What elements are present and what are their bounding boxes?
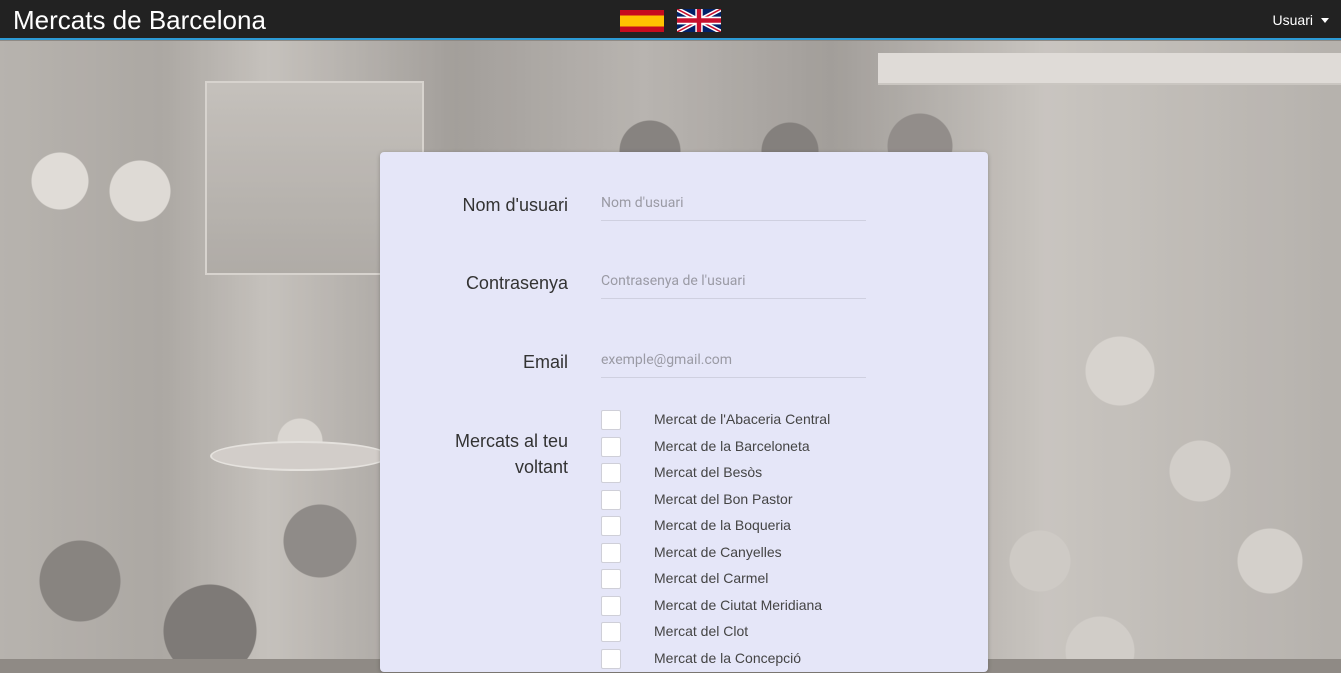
market-checkbox-label[interactable]: Mercat del Bon Pastor bbox=[654, 490, 793, 508]
market-checkbox[interactable] bbox=[601, 543, 621, 563]
list-item: Mercat de Ciutat Meridiana bbox=[601, 594, 621, 621]
list-item: Mercat del Besòs bbox=[601, 461, 621, 488]
navbar: Mercats de Barcelona Usuari bbox=[0, 0, 1341, 40]
market-checkbox[interactable] bbox=[601, 410, 621, 430]
password-input[interactable] bbox=[601, 263, 866, 299]
user-dropdown[interactable]: Usuari bbox=[1273, 10, 1329, 30]
list-item: Mercat de la Concepció bbox=[601, 647, 621, 673]
username-label: Nom d'usuari bbox=[398, 192, 568, 218]
list-item: Mercat del Carmel bbox=[601, 567, 621, 594]
market-checkbox[interactable] bbox=[601, 516, 621, 536]
brand-link[interactable]: Mercats de Barcelona bbox=[13, 4, 266, 36]
market-checkbox[interactable] bbox=[601, 596, 621, 616]
market-checkbox-label[interactable]: Mercat de la Barceloneta bbox=[654, 437, 810, 455]
market-checkbox-label[interactable]: Mercat de l'Abaceria Central bbox=[654, 410, 830, 428]
market-checkbox-label[interactable]: Mercat del Carmel bbox=[654, 569, 768, 587]
market-checkbox[interactable] bbox=[601, 490, 621, 510]
market-checkbox[interactable] bbox=[601, 569, 621, 589]
market-checkbox-label[interactable]: Mercat de Canyelles bbox=[654, 543, 782, 561]
list-item: Mercat del Bon Pastor bbox=[601, 488, 621, 515]
uk-flag-icon[interactable] bbox=[677, 9, 721, 32]
market-checkbox-label[interactable]: Mercat de la Concepció bbox=[654, 649, 801, 667]
user-dropdown-label: Usuari bbox=[1273, 10, 1313, 30]
market-checkbox-label[interactable]: Mercat de la Boqueria bbox=[654, 516, 791, 534]
markets-label-line2: voltant bbox=[515, 457, 568, 477]
list-item: Mercat de la Boqueria bbox=[601, 514, 621, 541]
market-checkbox-label[interactable]: Mercat del Clot bbox=[654, 622, 748, 640]
markets-label-line1: Mercats al teu bbox=[455, 431, 568, 451]
market-checkbox[interactable] bbox=[601, 463, 621, 483]
list-item: Mercat de la Barceloneta bbox=[601, 435, 621, 462]
spanish-flag-icon[interactable] bbox=[620, 10, 664, 32]
market-checkbox[interactable] bbox=[601, 622, 621, 642]
markets-checklist: Mercat de l'Abaceria Central Mercat de l… bbox=[601, 408, 621, 673]
market-checkbox-label[interactable]: Mercat del Besòs bbox=[654, 463, 762, 481]
username-input[interactable] bbox=[601, 185, 866, 221]
email-label: Email bbox=[398, 349, 568, 375]
list-item: Mercat del Clot bbox=[601, 620, 621, 647]
market-checkbox[interactable] bbox=[601, 437, 621, 457]
chevron-down-icon bbox=[1321, 18, 1329, 23]
password-label: Contrasenya bbox=[398, 270, 568, 296]
registration-form-card: Nom d'usuari Contrasenya Email Mercats a… bbox=[380, 152, 988, 672]
market-checkbox-label[interactable]: Mercat de Ciutat Meridiana bbox=[654, 596, 822, 614]
list-item: Mercat de l'Abaceria Central bbox=[601, 408, 621, 435]
email-input[interactable] bbox=[601, 342, 866, 378]
list-item: Mercat de Canyelles bbox=[601, 541, 621, 568]
markets-label: Mercats al teu voltant bbox=[398, 428, 568, 480]
